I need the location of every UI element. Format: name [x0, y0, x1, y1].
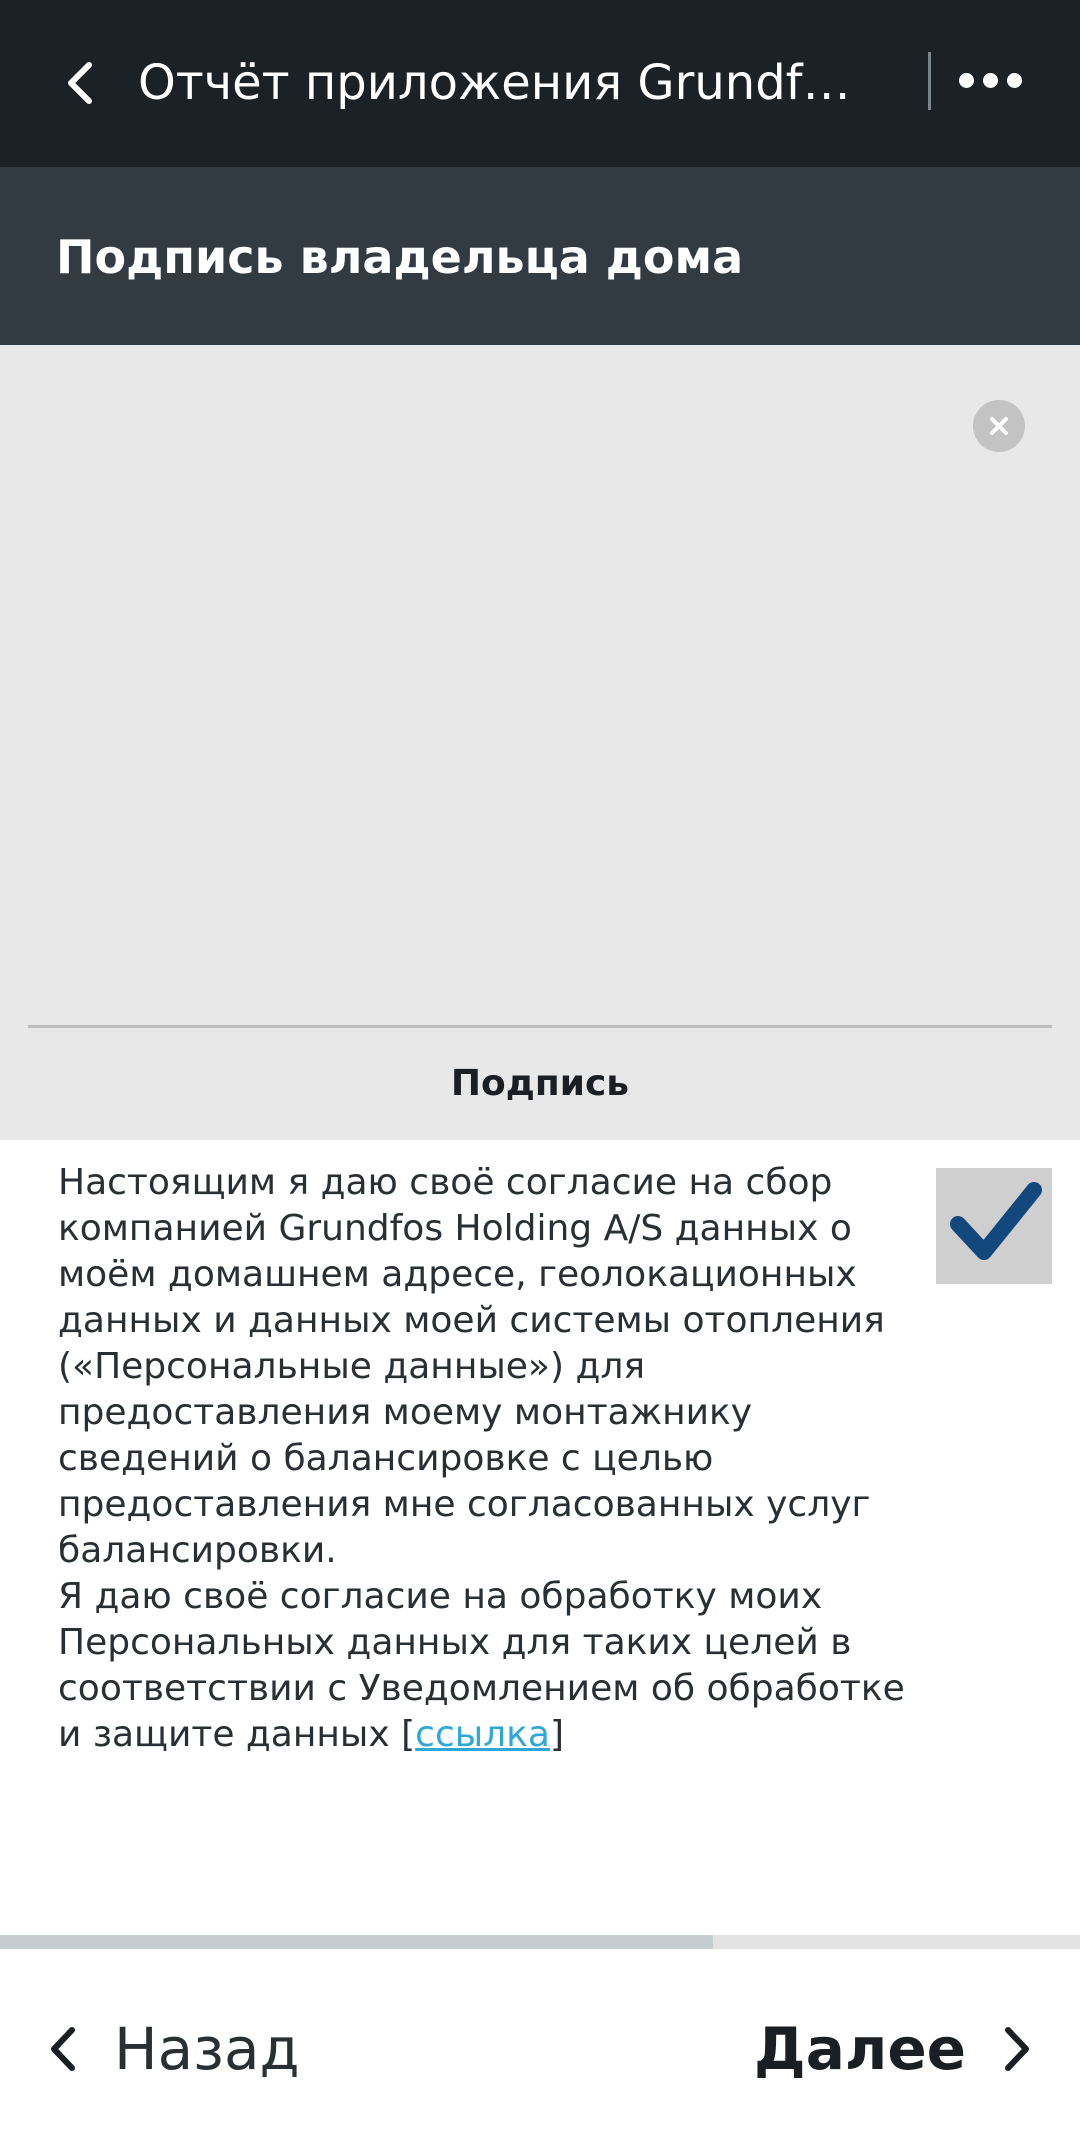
more-icon-dot	[1006, 72, 1022, 88]
signature-pad[interactable]	[0, 345, 1080, 1140]
consent-text: Настоящим я даю своё согласие на сбор ко…	[58, 1160, 920, 1758]
consent-checkbox[interactable]	[936, 1168, 1052, 1284]
chevron-left-icon	[68, 62, 92, 104]
privacy-notice-link[interactable]: ссылка	[415, 1714, 550, 1755]
checkmark-icon	[950, 1182, 1042, 1260]
page-title: Отчёт приложения Grundfos G...	[138, 55, 858, 111]
more-options-button[interactable]	[950, 55, 1030, 105]
app-toolbar: Отчёт приложения Grundfos G...	[0, 0, 1080, 167]
consent-suffix: ]	[549, 1714, 565, 1755]
signature-label: Подпись	[450, 1063, 630, 1104]
next-nav-button[interactable]: Далее	[754, 2009, 1032, 2089]
chevron-right-icon	[1005, 2027, 1029, 2071]
section-header: Подпись владельца дома	[0, 167, 1080, 345]
close-icon	[990, 417, 1008, 435]
progress-bar	[0, 1935, 1080, 1949]
back-nav-label: Назад	[114, 2015, 300, 2083]
back-button[interactable]	[50, 50, 110, 116]
chevron-left-icon	[51, 2027, 75, 2071]
section-title: Подпись владельца дома	[56, 230, 744, 284]
more-icon-dot	[982, 72, 998, 88]
next-nav-label: Далее	[754, 2015, 966, 2083]
consent-body: Настоящим я даю своё согласие на сбор ко…	[58, 1162, 905, 1755]
back-nav-button[interactable]: Назад	[48, 2009, 300, 2089]
progress-fill	[0, 1935, 713, 1949]
more-icon-dot	[958, 72, 974, 88]
toolbar-divider	[928, 52, 931, 110]
signature-line	[28, 1025, 1052, 1028]
footer-navigation: Назад Далее	[0, 1949, 1080, 2151]
clear-signature-button[interactable]	[973, 400, 1025, 452]
